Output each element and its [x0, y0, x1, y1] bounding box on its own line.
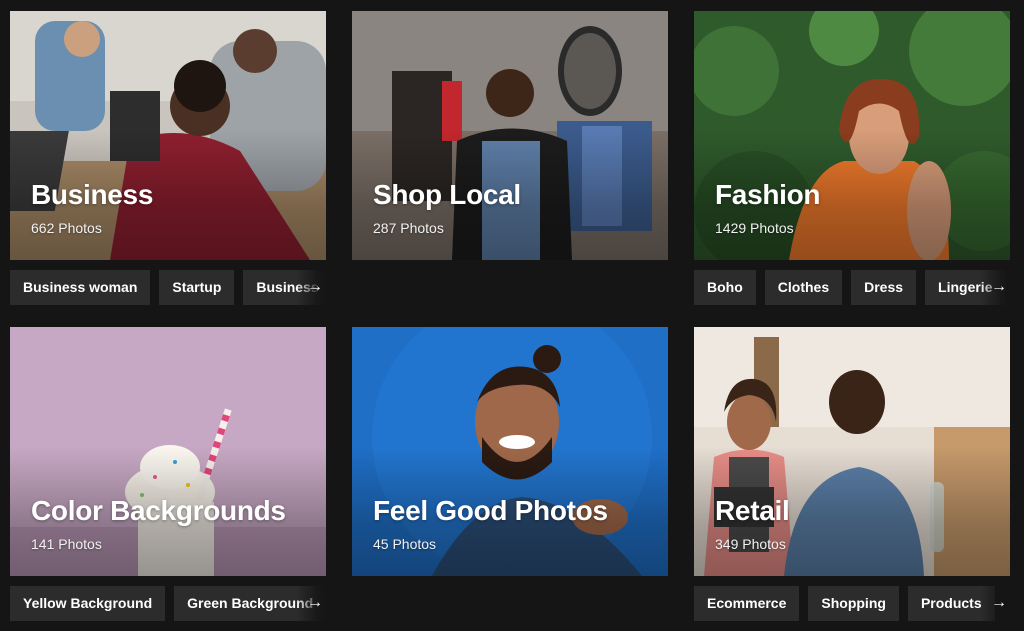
scroll-right-arrow-icon[interactable]: →: [306, 593, 324, 613]
collection-title: Shop Local: [373, 179, 521, 210]
tag-list: Ecommerce Shopping Products →: [694, 586, 1010, 621]
collection-image-retail[interactable]: Retail 349 Photos: [694, 327, 1010, 576]
tag-products[interactable]: Products: [907, 586, 995, 621]
collection-image-shop-local[interactable]: Shop Local 287 Photos: [352, 11, 668, 260]
tag-list: Yellow Background Green Background →: [10, 586, 326, 621]
photo-count: 1429 Photos: [715, 220, 794, 236]
photo-count: 141 Photos: [31, 536, 102, 552]
tag-green-background[interactable]: Green Background: [174, 586, 326, 621]
tag-startup[interactable]: Startup: [159, 270, 235, 305]
tag-clothes[interactable]: Clothes: [764, 270, 843, 305]
photo-count: 287 Photos: [373, 220, 444, 236]
collection-title: Color Backgrounds: [31, 495, 286, 526]
photo-count: 662 Photos: [31, 220, 102, 236]
tag-shopping[interactable]: Shopping: [808, 586, 899, 621]
photo-count: 349 Photos: [715, 536, 786, 552]
tag-boho[interactable]: Boho: [694, 270, 756, 305]
collection-image-feel-good-photos[interactable]: Feel Good Photos 45 Photos: [352, 327, 668, 576]
tag-dress[interactable]: Dress: [851, 270, 917, 305]
tag-yellow-background[interactable]: Yellow Background: [10, 586, 166, 621]
scroll-right-arrow-icon[interactable]: →: [990, 593, 1008, 613]
tag-list: Business woman Startup Business →: [10, 270, 326, 305]
photo-count: 45 Photos: [373, 536, 437, 552]
collection-image-business[interactable]: Business 662 Photos: [10, 11, 326, 260]
collection-title: Feel Good Photos: [373, 495, 608, 526]
tag-business-woman[interactable]: Business woman: [10, 270, 151, 305]
collection-image-fashion[interactable]: Fashion 1429 Photos: [694, 11, 1010, 260]
collection-title: Business: [31, 179, 154, 210]
tag-ecommerce[interactable]: Ecommerce: [694, 586, 800, 621]
tag-list: Boho Clothes Dress Lingerie →: [694, 270, 1010, 305]
collection-image-color-backgrounds[interactable]: Color Backgrounds 141 Photos: [10, 327, 326, 576]
scroll-right-arrow-icon[interactable]: →: [306, 277, 324, 297]
collection-title: Retail: [715, 495, 790, 526]
collection-title: Fashion: [715, 179, 821, 210]
scroll-right-arrow-icon[interactable]: →: [990, 277, 1008, 297]
